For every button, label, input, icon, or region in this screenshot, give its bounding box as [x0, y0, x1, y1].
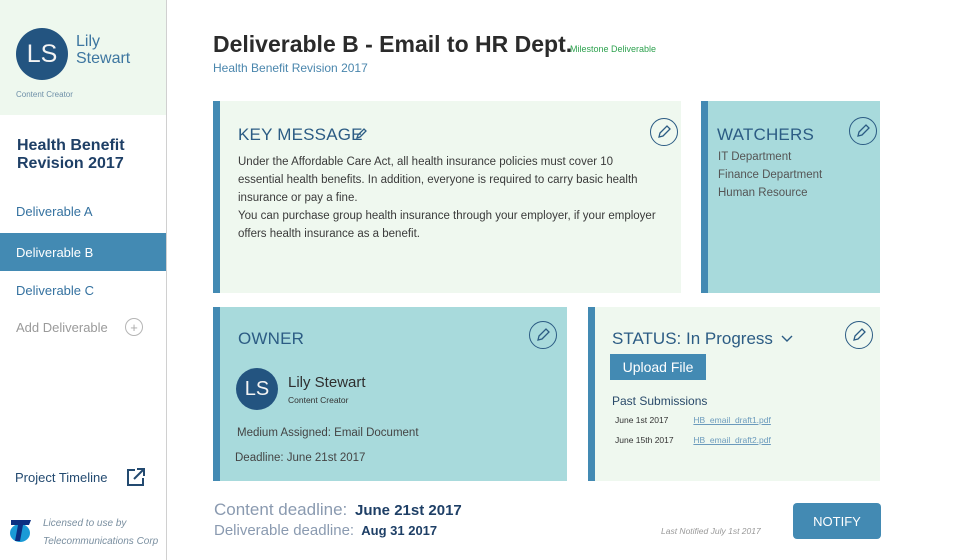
owner-title: OWNER [238, 329, 305, 348]
key-message-card: KEY MESSAGE Under the Affordable Care Ac… [213, 101, 681, 293]
owner-avatar: LS [236, 368, 278, 410]
key-message-paragraph: You can purchase group health insurance … [238, 210, 656, 240]
user-profile: LS Lily Stewart Content Creator [0, 0, 166, 115]
milestone-badge: Milestone Deliverable [570, 44, 657, 54]
watcher-item: Human Resource [718, 187, 808, 199]
past-submissions-title: Past Submissions [612, 394, 708, 408]
project-timeline-link[interactable]: Project Timeline [15, 470, 107, 485]
watchers-list: IT Department Finance Department Human R… [718, 148, 822, 202]
deliverable-deadline-label: Deliverable deadline: [214, 522, 355, 539]
key-message-paragraph: Under the Affordable Care Act, all healt… [238, 156, 638, 204]
license-line-2: Telecommunications Corp [43, 536, 159, 547]
watchers-title: WATCHERS [717, 125, 814, 144]
sidebar-item-label: Deliverable C [16, 282, 95, 298]
submission-file-link[interactable]: HB_email_draft1.pdf [693, 415, 771, 425]
page-title: Deliverable B - Email to HR Dept. [213, 31, 573, 57]
telecom-logo-icon [10, 520, 31, 542]
owner-card: OWNER LS Lily Stewart Content Creator Me… [213, 307, 567, 481]
content-deadline-value: June 21st 2017 [355, 502, 462, 519]
watchers-card: WATCHERS IT Department Finance Departmen… [701, 101, 880, 293]
pencil-icon [857, 124, 870, 137]
add-deliverable-link[interactable]: Add Deliverable [16, 320, 108, 335]
pencil-icon [853, 328, 866, 341]
avatar[interactable]: LS [16, 28, 68, 80]
owner-deadline: Deadline: June 21st 2017 [235, 452, 366, 464]
watcher-item: IT Department [718, 151, 792, 163]
license-text: Licensed to use by Telecommunications Co… [43, 515, 158, 551]
sidebar: LS Lily Stewart Content Creator Health B… [0, 0, 167, 560]
submission-date: June 15th 2017 [615, 435, 674, 445]
watcher-item: Finance Department [718, 169, 823, 181]
project-title: Health Benefit Revision 2017 [17, 137, 125, 172]
sidebar-item-label: Deliverable B [16, 244, 94, 260]
license-line-1: Licensed to use by [43, 518, 127, 529]
content-deadline-label: Content deadline: [214, 500, 348, 519]
edit-owner-button[interactable] [529, 321, 557, 349]
owner-name: Lily Stewart [288, 374, 366, 391]
deliverable-deadline: Deliverable deadline: Aug 31 2017 [214, 522, 437, 539]
upload-file-button[interactable]: Upload File [610, 354, 706, 380]
edit-watchers-button[interactable] [849, 117, 877, 145]
external-link-icon[interactable] [126, 467, 146, 487]
edit-status-button[interactable] [845, 321, 873, 349]
chevron-down-icon [781, 335, 793, 342]
deliverable-deadline-value: Aug 31 2017 [361, 523, 438, 538]
status-dropdown[interactable]: STATUS: In Progress [612, 329, 793, 349]
user-role: Content Creator [16, 90, 73, 99]
sidebar-item-deliverable-a[interactable]: Deliverable A [0, 192, 166, 230]
owner-role: Content Creator [288, 395, 349, 405]
status-card: STATUS: In Progress Upload File Past Sub… [588, 307, 880, 481]
pencil-icon [658, 125, 671, 138]
status-label: STATUS: [612, 329, 682, 348]
notify-button[interactable]: NOTIFY [793, 503, 881, 539]
key-message-title: KEY MESSAGE [238, 125, 363, 144]
last-notified: Last Notified July 1st 2017 [661, 526, 761, 536]
plus-circle-icon[interactable]: + [125, 318, 143, 336]
sidebar-item-deliverable-b[interactable]: Deliverable B [0, 233, 166, 271]
pencil-icon [537, 328, 550, 341]
medium-assigned: Medium Assigned: Email Document [237, 427, 419, 439]
status-value: In Progress [686, 329, 773, 348]
submission-file-link[interactable]: HB_email_draft2.pdf [693, 435, 771, 445]
submission-row: June 15th 2017 HB_email_draft2.pdf [615, 435, 771, 445]
sidebar-item-label: Deliverable A [16, 203, 93, 219]
content-deadline: Content deadline: June 21st 2017 [214, 500, 462, 520]
submission-date: June 1st 2017 [615, 415, 669, 425]
edit-key-message-button[interactable] [650, 118, 678, 146]
pencil-icon[interactable] [355, 128, 367, 140]
submission-row: June 1st 2017 HB_email_draft1.pdf [615, 415, 771, 425]
sidebar-item-deliverable-c[interactable]: Deliverable C [0, 271, 166, 309]
breadcrumb[interactable]: Health Benefit Revision 2017 [213, 61, 368, 75]
key-message-body: Under the Affordable Care Act, all healt… [238, 153, 658, 243]
user-name: Lily Stewart [76, 33, 131, 67]
